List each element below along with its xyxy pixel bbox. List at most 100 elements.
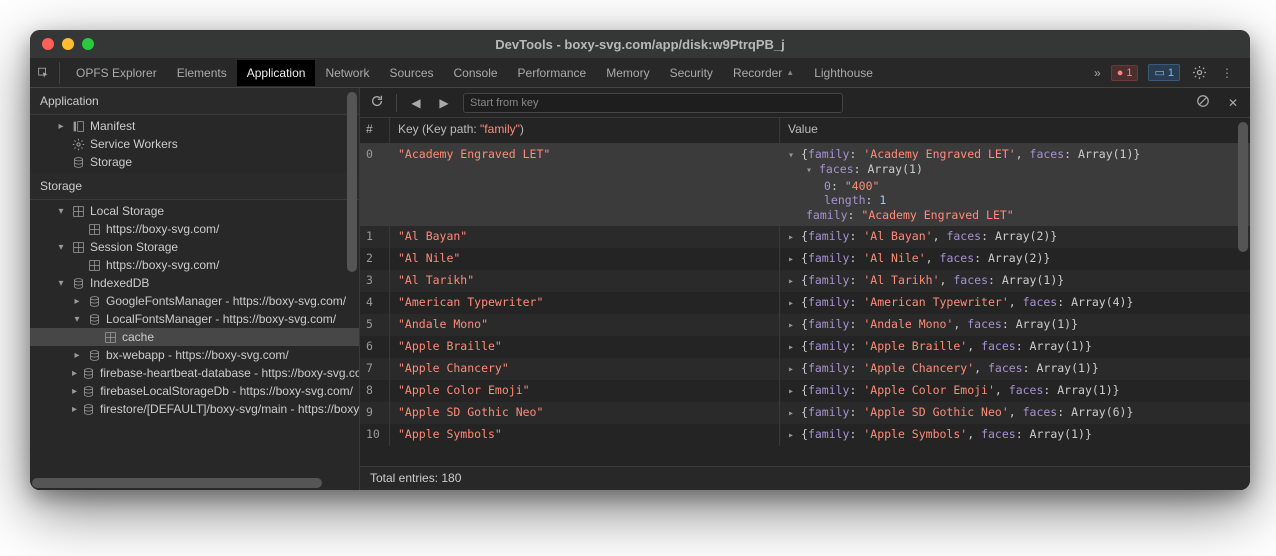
expand-icon[interactable]: ▸ — [788, 386, 798, 397]
tree-item[interactable]: cache — [30, 328, 359, 346]
tree-item[interactable]: ▸GoogleFontsManager - https://boxy-svg.c… — [30, 292, 359, 310]
sidebar-hscrollbar[interactable] — [30, 476, 359, 490]
expand-icon[interactable]: ▸ — [788, 408, 798, 419]
maximize-button[interactable] — [82, 38, 94, 50]
col-key[interactable]: Key (Key path: "family") — [390, 118, 780, 143]
inspect-element-icon[interactable] — [38, 62, 60, 84]
main-vscrollbar[interactable] — [1236, 118, 1250, 466]
main-panel: ◀ ▶ Start from key ✕ # Key (Key path: "f… — [360, 88, 1250, 490]
minimize-button[interactable] — [62, 38, 74, 50]
row-key: "American Typewriter" — [390, 292, 780, 314]
tree-item[interactable]: ▾LocalFontsManager - https://boxy-svg.co… — [30, 310, 359, 328]
row-key: "Al Nile" — [390, 248, 780, 270]
settings-icon[interactable] — [1190, 64, 1208, 82]
sidebar-scroll[interactable]: Application ▸ManifestService WorkersStor… — [30, 88, 359, 476]
tree-item[interactable]: ▸firebaseLocalStorageDb - https://boxy-s… — [30, 382, 359, 400]
main-vscroll-thumb[interactable] — [1238, 122, 1248, 252]
twisty-icon: ▾ — [56, 242, 66, 253]
row-num: 9 — [360, 402, 390, 424]
table-row[interactable]: 8"Apple Color Emoji"▸{family: 'Apple Col… — [360, 380, 1250, 402]
tree-item[interactable]: ▸firestore/[DEFAULT]/boxy-svg/main - htt… — [30, 400, 359, 418]
table-row[interactable]: 2"Al Nile"▸{family: 'Al Nile', faces: Ar… — [360, 248, 1250, 270]
table-row[interactable]: 1"Al Bayan"▸{family: 'Al Bayan', faces: … — [360, 226, 1250, 248]
tab-sources[interactable]: Sources — [379, 60, 443, 86]
tab-application[interactable]: Application — [237, 60, 316, 86]
data-wrap: # Key (Key path: "family") Value 0"Acade… — [360, 118, 1250, 466]
clear-store-icon[interactable] — [1194, 94, 1212, 111]
tab-opfs-explorer[interactable]: OPFS Explorer — [66, 60, 167, 86]
error-count-badge[interactable]: ● 1 — [1111, 65, 1139, 81]
window-title: DevTools - boxy-svg.com/app/disk:w9PtrqP… — [30, 37, 1250, 52]
tab-performance[interactable]: Performance — [508, 60, 597, 86]
info-count-badge[interactable]: ▭ 1 — [1148, 64, 1180, 81]
row-value: ▸{family: 'Apple Color Emoji', faces: Ar… — [780, 380, 1250, 402]
tree-item[interactable]: https://boxy-svg.com/ — [30, 220, 359, 238]
table-row[interactable]: 3"Al Tarikh"▸{family: 'Al Tarikh', faces… — [360, 270, 1250, 292]
tree-item[interactable]: ▾Local Storage — [30, 202, 359, 220]
start-key-input[interactable]: Start from key — [463, 93, 843, 113]
expand-icon[interactable]: ▸ — [788, 364, 798, 375]
col-value[interactable]: Value — [780, 118, 1250, 143]
row-value: ▸{family: 'American Typewriter', faces: … — [780, 292, 1250, 314]
close-button[interactable] — [42, 38, 54, 50]
twisty-icon: ▾ — [72, 314, 82, 325]
row-num: 3 — [360, 270, 390, 292]
more-icon[interactable]: ⋮ — [1218, 64, 1236, 82]
expand-icon[interactable]: ▸ — [788, 276, 798, 287]
row-num: 8 — [360, 380, 390, 402]
tab-memory[interactable]: Memory — [596, 60, 659, 86]
next-page-icon[interactable]: ▶ — [435, 96, 453, 110]
twisty-icon: ▸ — [72, 404, 77, 415]
tab-network[interactable]: Network — [315, 60, 379, 86]
sidebar-hscroll-thumb[interactable] — [32, 478, 322, 488]
table-row[interactable]: 5"Andale Mono"▸{family: 'Andale Mono', f… — [360, 314, 1250, 336]
sidebar: Application ▸ManifestService WorkersStor… — [30, 88, 360, 490]
delete-entry-icon[interactable]: ✕ — [1224, 96, 1242, 110]
db-icon — [82, 366, 95, 380]
twisty-icon: ▸ — [72, 296, 82, 307]
row-key: "Al Bayan" — [390, 226, 780, 248]
sidebar-vscroll-thumb[interactable] — [347, 92, 357, 272]
tab-elements[interactable]: Elements — [167, 60, 237, 86]
tab-security[interactable]: Security — [660, 60, 723, 86]
expand-icon[interactable]: ▸ — [788, 232, 798, 243]
grid-icon — [71, 204, 85, 218]
tree-item[interactable]: Service Workers — [30, 135, 359, 153]
row-value: ▸{family: 'Apple Chancery', faces: Array… — [780, 358, 1250, 380]
expand-icon[interactable]: ▾ — [806, 163, 816, 179]
tree-item[interactable]: ▾Session Storage — [30, 238, 359, 256]
tree-item[interactable]: https://boxy-svg.com/ — [30, 256, 359, 274]
expand-icon[interactable]: ▸ — [788, 298, 798, 309]
db-icon — [71, 276, 85, 290]
expand-icon[interactable]: ▾ — [788, 150, 798, 161]
tree-item[interactable]: ▸bx-webapp - https://boxy-svg.com/ — [30, 346, 359, 364]
table-row[interactable]: 10"Apple Symbols"▸{family: 'Apple Symbol… — [360, 424, 1250, 446]
tab-lighthouse[interactable]: Lighthouse — [804, 60, 883, 86]
expand-icon[interactable]: ▸ — [788, 342, 798, 353]
row-num: 10 — [360, 424, 390, 446]
col-num[interactable]: # — [360, 118, 390, 143]
tab-overflow[interactable]: » — [1084, 60, 1111, 86]
table-row[interactable]: 0"Academy Engraved LET"▾{family: 'Academ… — [360, 144, 1250, 226]
table-row[interactable]: 4"American Typewriter"▸{family: 'America… — [360, 292, 1250, 314]
tree-item[interactable]: Storage — [30, 153, 359, 171]
tree-item[interactable]: ▸Manifest — [30, 117, 359, 135]
tree-item[interactable]: ▾IndexedDB — [30, 274, 359, 292]
sidebar-vscrollbar[interactable] — [345, 88, 359, 476]
data-rows[interactable]: 0"Academy Engraved LET"▾{family: 'Academ… — [360, 144, 1250, 466]
grid-icon — [103, 330, 117, 344]
expand-icon[interactable]: ▸ — [788, 254, 798, 265]
table-row[interactable]: 6"Apple Braille"▸{family: 'Apple Braille… — [360, 336, 1250, 358]
table-row[interactable]: 9"Apple SD Gothic Neo"▸{family: 'Apple S… — [360, 402, 1250, 424]
row-num: 0 — [360, 144, 390, 226]
tabbar-right: ● 1 ▭ 1 ⋮ — [1111, 64, 1242, 82]
expand-icon[interactable]: ▸ — [788, 320, 798, 331]
tree-item[interactable]: ▸firebase-heartbeat-database - https://b… — [30, 364, 359, 382]
prev-page-icon[interactable]: ◀ — [407, 96, 425, 110]
table-row[interactable]: 7"Apple Chancery"▸{family: 'Apple Chance… — [360, 358, 1250, 380]
expand-icon[interactable]: ▸ — [788, 430, 798, 441]
refresh-icon[interactable] — [368, 94, 386, 111]
tab-recorder[interactable]: Recorder ▲ — [723, 60, 804, 86]
tab-console[interactable]: Console — [444, 60, 508, 86]
twisty-icon: ▸ — [56, 121, 66, 132]
